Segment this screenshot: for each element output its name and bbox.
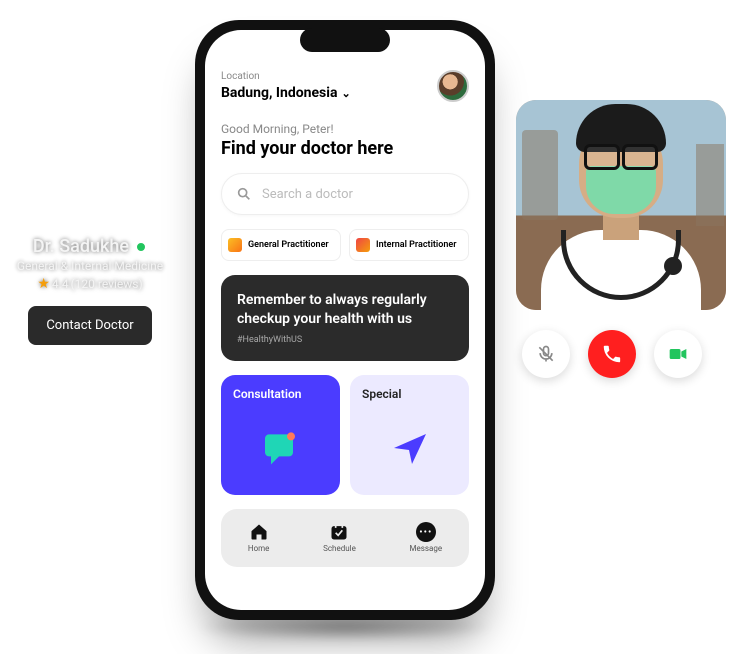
banner-hashtag: #HealthyWithUS xyxy=(237,335,453,345)
tab-home-label: Home xyxy=(248,544,270,553)
doctor-video-feed xyxy=(516,100,726,310)
special-label: Special xyxy=(362,387,457,401)
mute-button[interactable] xyxy=(522,330,570,378)
service-cards: Consultation Special xyxy=(221,375,469,495)
video-toggle-button[interactable] xyxy=(654,330,702,378)
phone-frame: Location Badung, Indonesia ⌄ Good Mornin… xyxy=(195,20,495,620)
doctor-rating: ★ 4.4 (120 reviews) xyxy=(37,276,142,292)
hangup-button[interactable] xyxy=(588,330,636,378)
doctor-summary-card: Dr. Sadukhe General & Internal Medicine … xyxy=(0,236,180,345)
rating-value: 4.4 xyxy=(52,277,69,291)
doctor-specialty: General & Internal Medicine xyxy=(0,259,180,273)
special-card[interactable]: Special xyxy=(350,375,469,495)
chat-bubble-icon xyxy=(259,427,303,471)
user-avatar[interactable] xyxy=(437,70,469,102)
search-icon xyxy=(236,186,252,202)
tab-schedule[interactable]: Schedule xyxy=(323,522,356,553)
banner-title: Remember to always regularly checkup you… xyxy=(237,291,453,329)
chip-label: General Practitioner xyxy=(248,240,329,250)
headline-text: Find your doctor here xyxy=(221,138,469,159)
contact-doctor-button[interactable]: Contact Doctor xyxy=(28,306,151,345)
bottom-tab-bar: Home Schedule ••• Message xyxy=(221,509,469,567)
tab-message[interactable]: ••• Message xyxy=(410,522,443,553)
consultation-label: Consultation xyxy=(233,387,328,401)
home-icon xyxy=(249,522,269,542)
health-reminder-banner: Remember to always regularly checkup you… xyxy=(221,275,469,361)
tab-schedule-label: Schedule xyxy=(323,544,356,553)
top-bar: Location Badung, Indonesia ⌄ xyxy=(221,70,469,102)
greeting-text: Good Morning, Peter! xyxy=(221,122,469,136)
app-screen: Location Badung, Indonesia ⌄ Good Mornin… xyxy=(205,30,485,610)
tab-message-label: Message xyxy=(410,544,443,553)
location-arrow-icon xyxy=(390,428,430,468)
location-block[interactable]: Location Badung, Indonesia ⌄ xyxy=(221,71,351,101)
doctor-search-field[interactable] xyxy=(221,173,469,215)
chip-internal-practitioner[interactable]: Internal Practitioner xyxy=(349,229,469,261)
location-text: Badung, Indonesia xyxy=(221,85,337,101)
chip-general-practitioner[interactable]: General Practitioner xyxy=(221,229,341,261)
doctor-name: Dr. Sadukhe xyxy=(33,236,129,257)
video-call-panel xyxy=(516,100,726,378)
video-camera-icon xyxy=(668,344,688,364)
phone-notch xyxy=(300,28,390,52)
tab-home[interactable]: Home xyxy=(248,522,270,553)
chevron-down-icon: ⌄ xyxy=(341,87,350,100)
practitioner-chips: General Practitioner Internal Practition… xyxy=(221,229,469,261)
location-label: Location xyxy=(221,71,351,82)
mic-off-icon xyxy=(536,344,556,364)
doctor-name-row: Dr. Sadukhe xyxy=(33,236,147,257)
location-value[interactable]: Badung, Indonesia ⌄ xyxy=(221,85,351,101)
star-icon: ★ xyxy=(37,276,50,292)
chip-label: Internal Practitioner xyxy=(376,240,456,250)
internal-practitioner-icon xyxy=(356,238,370,252)
message-icon: ••• xyxy=(416,522,436,542)
phone-icon xyxy=(601,343,623,365)
consultation-card[interactable]: Consultation xyxy=(221,375,340,495)
online-status-icon xyxy=(135,241,147,253)
calendar-check-icon xyxy=(329,522,349,542)
general-practitioner-icon xyxy=(228,238,242,252)
call-controls xyxy=(516,330,726,378)
rating-reviews: (120 reviews) xyxy=(71,277,143,291)
doctor-search-input[interactable] xyxy=(262,187,454,202)
